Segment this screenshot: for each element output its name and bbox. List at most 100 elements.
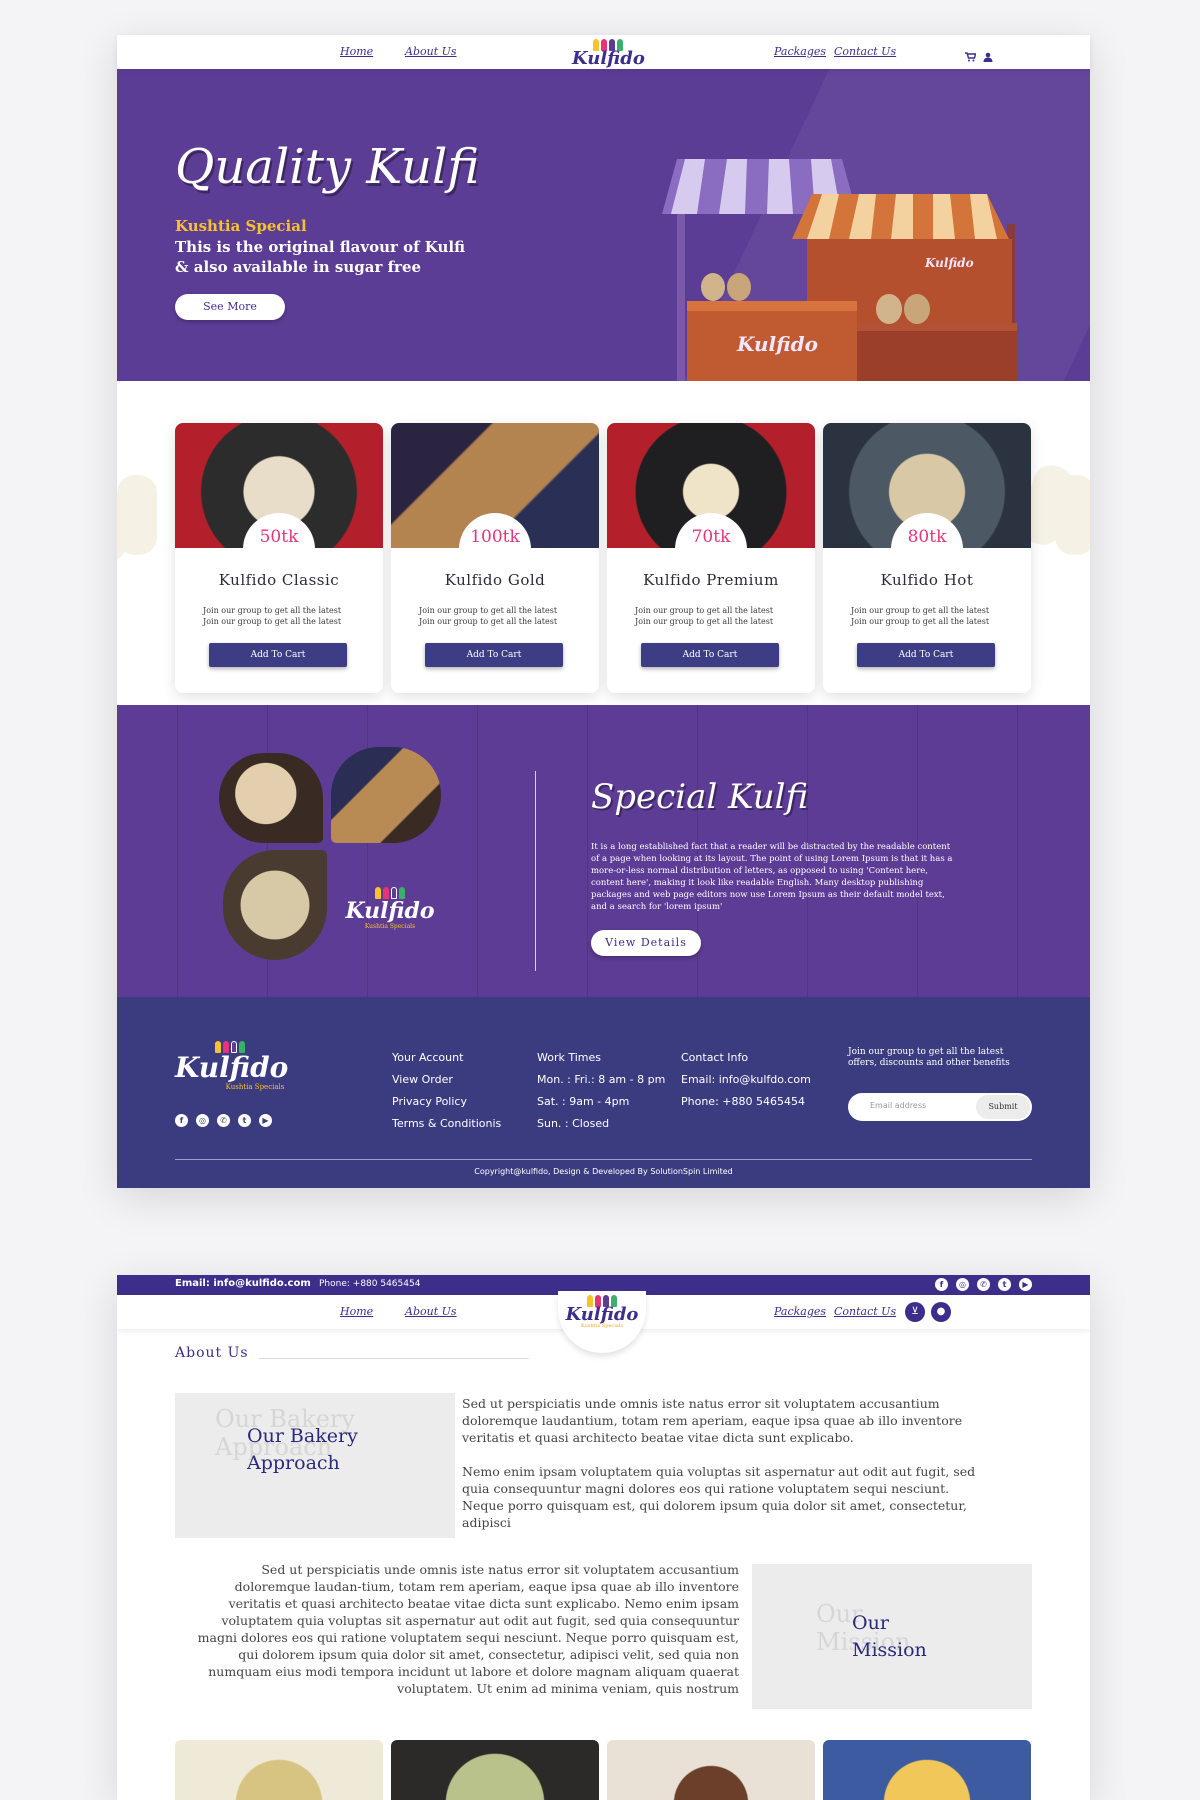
user-icon[interactable] [983, 47, 993, 62]
product-card: 70tk Kulfido Premium Join our group to g… [607, 423, 815, 693]
cart-icon[interactable] [965, 47, 977, 62]
approach-text: Sed ut perspiciatis unde omnis iste natu… [462, 1396, 963, 1445]
twitter-icon[interactable]: t [998, 1278, 1011, 1291]
mission-image-placeholder: Our Mission Our Mission [752, 1564, 1032, 1709]
approach-image-placeholder: Our Bakery Approach Our Bakery Approach [175, 1393, 455, 1538]
add-to-cart-button[interactable]: Add To Cart [641, 643, 779, 667]
footer-link[interactable]: Terms & Conditionis [392, 1113, 501, 1135]
email-input[interactable]: Email address [870, 1101, 926, 1110]
footer-link[interactable]: View Order [392, 1069, 501, 1091]
product-cards: 50tk Kulfido Classic Join our group to g… [175, 423, 1031, 693]
special-photo-3 [223, 850, 327, 960]
section-divider [535, 771, 536, 971]
footer-contact-info: Contact Info Email: info@kulfdo.com Phon… [681, 1047, 811, 1113]
topbar-email[interactable]: Email: info@kulfido.com [175, 1278, 311, 1289]
nav-contact-link[interactable]: Contact Us [834, 45, 896, 58]
submit-button[interactable]: Submit [976, 1095, 1030, 1119]
gallery-thumbnails [175, 1740, 1031, 1800]
kulfi-stall-illustration: Kulfido Kulfido [662, 159, 1017, 381]
special-logo: Kulfido Kushtia Specials [345, 883, 435, 935]
contact-heading: Contact Info [681, 1051, 749, 1064]
work-times-heading: Work Times [537, 1051, 602, 1064]
footer-divider [175, 1159, 1032, 1160]
about-heading: About Us [175, 1345, 249, 1361]
instagram-icon[interactable]: ◎ [956, 1278, 969, 1291]
brand-logo[interactable]: Kulfido Kushtia Specials [558, 1291, 646, 1353]
svg-text:Kulfido: Kulfido [736, 332, 818, 356]
cart-icon[interactable]: ⊻ [905, 1302, 925, 1322]
topbar-phone[interactable]: Phone: +880 5465454 [319, 1279, 420, 1289]
contact-phone[interactable]: Phone: +880 5465454 [681, 1091, 811, 1113]
about-page-mockup: Email: info@kulfido.com Phone: +880 5465… [117, 1275, 1090, 1800]
mission-text: Sed ut perspiciatis unde omnis iste natu… [197, 1562, 739, 1696]
nav-about-link[interactable]: About Us [405, 1305, 457, 1318]
hero-subtitle: Kushtia Special [175, 217, 307, 235]
logo-wordmark: Kulfido [572, 48, 645, 69]
special-kulfi-section: Kulfido Kushtia Specials Special Kulfi I… [117, 705, 1090, 997]
copyright-text: Copyright@kulfido, Design & Developed By… [474, 1167, 733, 1176]
footer-work-times: Work Times Mon. : Fri.: 8 am - 8 pm Sat.… [537, 1047, 665, 1135]
main-navbar: Home About Us Kulfido Packages Contact U… [117, 35, 1090, 69]
special-photo-1 [219, 753, 323, 843]
add-to-cart-button[interactable]: Add To Cart [857, 643, 995, 667]
gallery-photo[interactable] [823, 1740, 1031, 1800]
facebook-icon[interactable]: f [935, 1278, 948, 1291]
nav-contact-link[interactable]: Contact Us [834, 1305, 896, 1318]
homepage-mockup: Home About Us Kulfido Packages Contact U… [117, 35, 1090, 1188]
nav-packages-link[interactable]: Packages [774, 45, 826, 58]
contact-email[interactable]: Email: info@kulfdo.com [681, 1069, 811, 1091]
gallery-photo[interactable] [607, 1740, 815, 1800]
product-description: Join our group to get all the latest Joi… [635, 606, 774, 626]
user-icon[interactable]: ● [931, 1302, 951, 1322]
youtube-icon[interactable]: ▶ [259, 1114, 272, 1127]
svg-text:Kulfido: Kulfido [924, 256, 974, 270]
special-title: Special Kulfi [591, 777, 809, 817]
view-details-button[interactable]: View Details [591, 930, 701, 956]
product-description: Join our group to get all the latest Joi… [203, 606, 342, 626]
product-card: 50tk Kulfido Classic Join our group to g… [175, 423, 383, 693]
product-name: Kulfido Gold [444, 571, 546, 589]
brand-logo[interactable]: Kulfido [572, 35, 645, 73]
mission-title: Our Mission [852, 1612, 927, 1661]
gallery-photo[interactable] [175, 1740, 383, 1800]
product-description: Join our group to get all the latest Joi… [851, 606, 990, 626]
nav-home-link[interactable]: Home [340, 45, 373, 58]
add-to-cart-button[interactable]: Add To Cart [425, 643, 563, 667]
product-name: Kulfido Premium [643, 571, 779, 589]
facebook-icon[interactable]: f [175, 1114, 188, 1127]
nav-home-link[interactable]: Home [340, 1305, 373, 1318]
youtube-icon[interactable]: ▶ [1019, 1278, 1032, 1291]
hero-tagline: This is the original flavour of Kulfi & … [175, 238, 466, 276]
topbar-social-icons: f ◎ ✆ t ▶ [935, 1278, 1032, 1291]
footer-link[interactable]: Privacy Policy [392, 1091, 501, 1113]
work-time-row: Mon. : Fri.: 8 am - 8 pm [537, 1073, 666, 1086]
special-description: It is a long established fact that a rea… [591, 842, 953, 912]
whatsapp-icon[interactable]: ✆ [217, 1114, 230, 1127]
work-time-row: Sun. : Closed [537, 1117, 610, 1130]
product-card: 80tk Kulfido Hot Join our group to get a… [823, 423, 1031, 693]
footer-logo: Kulfido Kushtia Specials [175, 1037, 288, 1091]
special-photo-2 [331, 747, 441, 843]
nav-packages-link[interactable]: Packages [774, 1305, 826, 1318]
twitter-icon[interactable]: t [238, 1114, 251, 1127]
gallery-photo[interactable] [391, 1740, 599, 1800]
main-navbar: Home About Us Kulfido Kushtia Specials P… [117, 1291, 1090, 1353]
work-time-row: Sat. : 9am - 4pm [537, 1095, 630, 1108]
instagram-icon[interactable]: ◎ [196, 1114, 209, 1127]
product-description: Join our group to get all the latest Joi… [419, 606, 558, 626]
product-name: Kulfido Hot [880, 571, 974, 589]
newsletter-text: Join our group to get all the latest off… [848, 1047, 1010, 1068]
product-name: Kulfido Classic [218, 571, 340, 589]
footer-link[interactable]: Your Account [392, 1047, 501, 1069]
whatsapp-icon[interactable]: ✆ [977, 1278, 990, 1291]
footer-social-icons: f ◎ ✆ t ▶ [175, 1114, 272, 1127]
add-to-cart-button[interactable]: Add To Cart [209, 643, 347, 667]
newsletter-form: Email address Submit [848, 1093, 1032, 1121]
product-card: 100tk Kulfido Gold Join our group to get… [391, 423, 599, 693]
logo-wordmark: Kulfido [565, 1304, 639, 1325]
hero-banner: Quality Kulfi Kushtia Special This is th… [117, 69, 1090, 381]
approach-title: Our Bakery Approach [247, 1425, 358, 1474]
nav-about-link[interactable]: About Us [405, 45, 457, 58]
see-more-button[interactable]: See More [175, 294, 285, 320]
footer-account-links: Your Account View Order Privacy Policy T… [392, 1047, 501, 1135]
